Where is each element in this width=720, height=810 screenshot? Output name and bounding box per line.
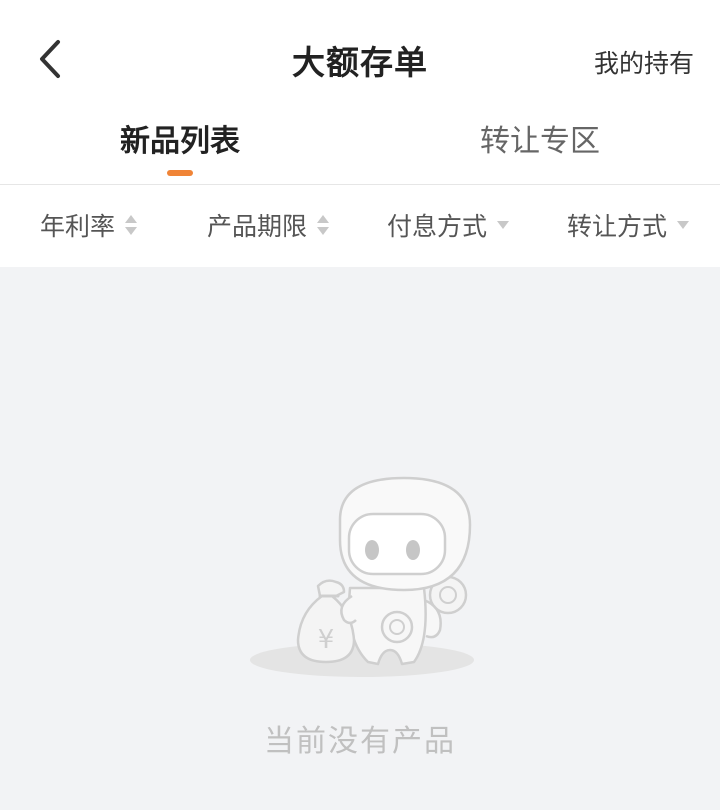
empty-state-message: 当前没有产品	[264, 724, 456, 759]
filter-transfer-method-label: 转让方式	[567, 212, 668, 241]
filter-product-term-label: 产品期限	[207, 212, 308, 241]
robot-with-money-bag-icon: ¥	[250, 476, 474, 677]
filter-interest-payment[interactable]: 付息方式	[387, 207, 510, 243]
filter-product-term[interactable]: 产品期限	[207, 207, 330, 243]
tab-transfer-zone-label: 转让专区	[480, 124, 600, 159]
chevron-left-icon	[40, 40, 60, 78]
sort-up-down-icon	[125, 215, 138, 235]
active-tab-indicator	[167, 170, 193, 176]
money-bag-yen-symbol: ¥	[318, 625, 335, 655]
caret-down-icon	[497, 221, 510, 229]
back-button[interactable]	[26, 34, 76, 84]
tab-bar: 新品列表 转让专区	[0, 118, 720, 185]
app-root: 大额存单 我的持有 新品列表 转让专区 年利率 产品期限 付息方式 转让方式 ¥…	[0, 0, 720, 810]
navigation-bar: 大额存单 我的持有	[0, 0, 720, 118]
caret-down-icon	[677, 221, 690, 229]
filter-bar: 年利率 产品期限 付息方式 转让方式	[0, 185, 720, 267]
my-holdings-link[interactable]: 我的持有	[594, 44, 694, 80]
tab-new-products-label: 新品列表	[120, 124, 240, 159]
tab-transfer-zone[interactable]: 转让专区	[360, 118, 720, 184]
filter-annual-rate-label: 年利率	[40, 212, 116, 241]
filter-transfer-method[interactable]: 转让方式	[567, 207, 690, 243]
filter-annual-rate[interactable]: 年利率	[40, 207, 138, 243]
sort-up-down-icon	[317, 215, 330, 235]
filter-interest-payment-label: 付息方式	[387, 212, 488, 241]
